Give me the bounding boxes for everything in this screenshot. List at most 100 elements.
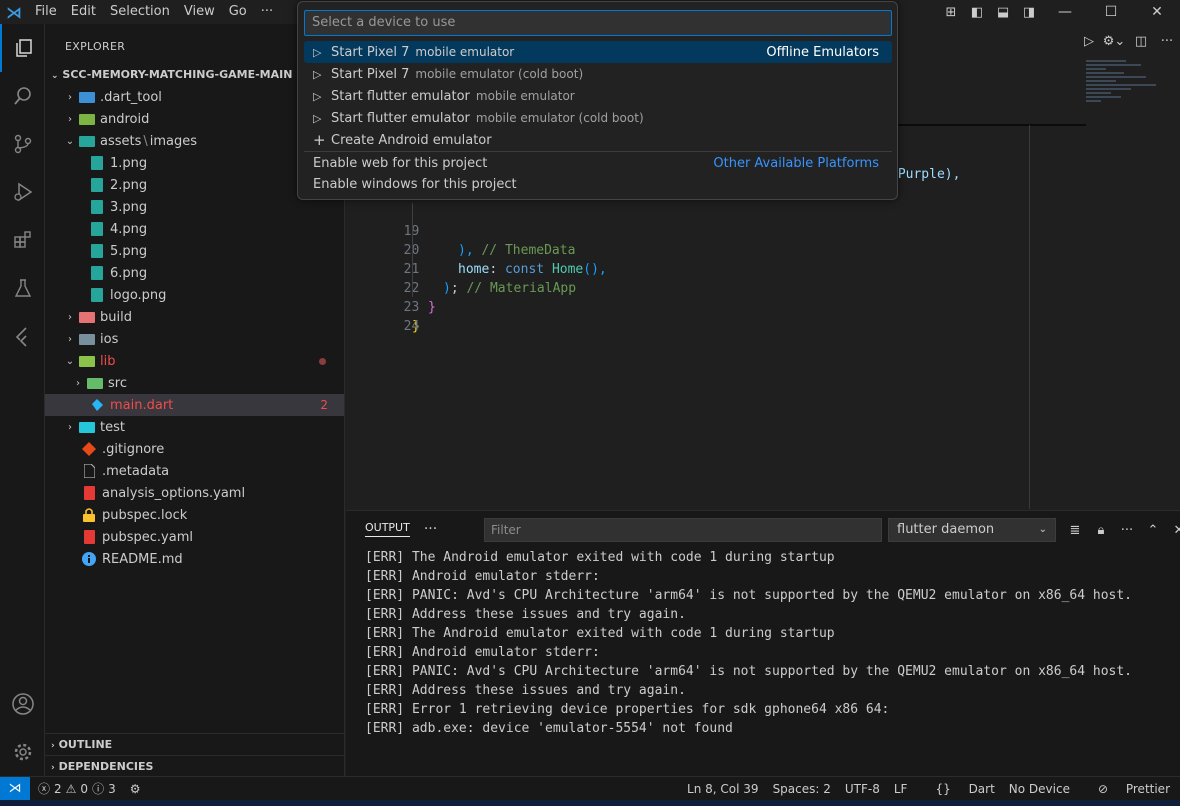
tree-item-src[interactable]: › src (45, 372, 344, 394)
play-icon: ▷ (313, 89, 322, 103)
tree-item-build[interactable]: › build (45, 306, 344, 328)
debug-launch-icon[interactable]: ⚙ (130, 782, 141, 796)
problems-status[interactable]: ⓧ 2 ⚠ 0 ⓘ 3 ⚙ (38, 777, 140, 800)
quick-pick-item-start-flutter-emulator[interactable]: ▷ Start flutter emulator mobile emulator (304, 85, 892, 107)
menu-go[interactable]: Go (222, 0, 254, 24)
tab-output[interactable]: OUTPUT (365, 521, 410, 537)
dependencies-section[interactable]: › DEPENDENCIES (45, 755, 344, 777)
outline-section[interactable]: › OUTLINE (45, 733, 344, 755)
debug-dropdown-icon[interactable]: ⚙⌄ (1100, 34, 1128, 49)
menu-file[interactable]: File (28, 0, 64, 24)
output-channel-select[interactable]: flutter daemon ⌄ (888, 518, 1056, 542)
run-icon[interactable]: ▷ (1078, 34, 1100, 49)
chevron-right-icon: › (76, 377, 80, 389)
tree-item-metadata[interactable]: .metadata (45, 460, 344, 482)
flutter-icon[interactable] (0, 312, 45, 360)
chevron-right-icon: › (68, 421, 72, 433)
split-editor-icon[interactable]: ◫ (1128, 34, 1154, 49)
extensions-icon[interactable] (0, 216, 45, 264)
menu-view[interactable]: View (177, 0, 222, 24)
toggle-panel-icon[interactable]: ⬓ (990, 0, 1016, 24)
menu-more[interactable]: ··· (254, 0, 280, 24)
tree-item-label: .dart_tool (100, 89, 162, 105)
code-keyword: const (504, 262, 545, 277)
device-search-input[interactable]: Select a device to use (304, 10, 892, 36)
explorer-icon[interactable] (0, 24, 45, 72)
tree-item-gitignore[interactable]: .gitignore (45, 438, 344, 460)
line-number: 24 (403, 319, 420, 334)
tree-item-logo-png[interactable]: logo.png (45, 284, 344, 306)
accounts-icon[interactable] (0, 680, 45, 728)
minimize-icon[interactable]: — (1042, 0, 1088, 24)
chevron-down-icon: ⌄ (65, 135, 75, 147)
folder-icon (78, 90, 96, 104)
cursor-position[interactable]: Ln 8, Col 39 (687, 782, 759, 796)
vscode-logo-icon: ⋊ (6, 2, 22, 22)
tree-item-pubspec-lock[interactable]: pubspec.lock (45, 504, 344, 526)
source-control-icon[interactable] (0, 120, 45, 168)
tree-item-readme[interactable]: README.md (45, 548, 344, 570)
tree-item-main-dart[interactable]: main.dart 2 (45, 394, 344, 416)
add-icon: + (313, 131, 326, 149)
play-icon: ▷ (313, 111, 322, 125)
tree-item-lib[interactable]: ⌄ lib (45, 350, 344, 372)
tree-item-label: README.md (102, 551, 183, 567)
outline-label: OUTLINE (58, 738, 113, 751)
search-icon[interactable] (0, 72, 45, 120)
toggle-secondary-sidebar-icon[interactable]: ◨ (1016, 0, 1042, 24)
quick-pick-label: Enable web for this project (313, 155, 488, 171)
testing-icon[interactable] (0, 264, 45, 312)
output-filter-input[interactable]: Filter (484, 518, 882, 542)
device-selector[interactable]: No Device (1009, 782, 1070, 796)
prettier-status[interactable]: ⊘ Prettier (1084, 782, 1170, 796)
more-icon[interactable]: ··· (1114, 518, 1140, 542)
quick-pick-item-create-android-emulator[interactable]: + Create Android emulator (304, 129, 892, 151)
quick-pick-label: Start flutter emulator (331, 110, 470, 126)
encoding[interactable]: UTF-8 (845, 782, 880, 796)
quick-pick-group-label: Offline Emulators (766, 44, 879, 60)
language-mode[interactable]: {} Dart (921, 782, 994, 796)
quick-pick-item-start-pixel-7[interactable]: ▷ Start Pixel 7 mobile emulator Offline … (304, 41, 892, 63)
menu-edit[interactable]: Edit (64, 0, 103, 24)
more-actions-icon[interactable]: ··· (1154, 34, 1180, 49)
lock-scroll-icon[interactable]: 🔒︎ (1088, 518, 1114, 542)
quick-pick-item-enable-windows[interactable]: Enable windows for this project (304, 173, 892, 195)
line-endings[interactable]: LF (894, 782, 908, 796)
quick-pick-item-enable-web[interactable]: Enable web for this project Other Availa… (304, 152, 892, 174)
tree-item-label: pubspec.lock (102, 507, 188, 523)
toggle-primary-sidebar-icon[interactable]: ◧ (964, 0, 990, 24)
output-line: [ERR] The Android emulator exited with c… (365, 550, 835, 565)
status-right: Ln 8, Col 39 Spaces: 2 UTF-8 LF {} Dart … (673, 777, 1170, 800)
output-line: [ERR] Address these issues and try again… (365, 607, 686, 622)
panel-more-icon[interactable]: ··· (424, 521, 437, 537)
tree-item-5-png[interactable]: 5.png (45, 240, 344, 262)
quick-pick-description: mobile emulator (cold boot) (475, 111, 644, 125)
path-separator: \ (143, 133, 148, 149)
close-panel-icon[interactable]: ✕ (1166, 518, 1180, 542)
close-icon[interactable]: ✕ (1134, 0, 1180, 24)
manage-gear-icon[interactable] (0, 728, 45, 776)
tree-item-label: 4.png (110, 221, 148, 237)
tree-item-6-png[interactable]: 6.png (45, 262, 344, 284)
tree-item-pubspec-yaml[interactable]: pubspec.yaml (45, 526, 344, 548)
maximize-icon[interactable]: ☐ (1088, 0, 1134, 24)
tree-item-4-png[interactable]: 4.png (45, 218, 344, 240)
minimap[interactable] (1086, 60, 1166, 130)
tree-item-analysis-options[interactable]: analysis_options.yaml (45, 482, 344, 504)
tree-item-ios[interactable]: › ios (45, 328, 344, 350)
indentation[interactable]: Spaces: 2 (773, 782, 831, 796)
tree-item-3-png[interactable]: 3.png (45, 196, 344, 218)
quick-pick-item-start-flutter-emulator-cold[interactable]: ▷ Start flutter emulator mobile emulator… (304, 107, 892, 129)
tree-item-test[interactable]: › test (45, 416, 344, 438)
run-debug-icon[interactable] (0, 168, 45, 216)
maximize-panel-icon[interactable]: ⌃ (1140, 518, 1166, 542)
customize-layout-icon[interactable]: ⊞ (938, 0, 964, 24)
quick-pick-description: mobile emulator (475, 89, 575, 103)
quick-pick-item-start-pixel-7-cold[interactable]: ▷ Start Pixel 7 mobile emulator (cold bo… (304, 63, 892, 85)
menu-selection[interactable]: Selection (103, 0, 177, 24)
clear-output-icon[interactable]: ≣ (1062, 518, 1088, 542)
remote-indicator-icon[interactable]: ⋊ (0, 777, 30, 800)
warning-count: 0 (80, 781, 89, 796)
tree-item-label: build (100, 309, 132, 325)
